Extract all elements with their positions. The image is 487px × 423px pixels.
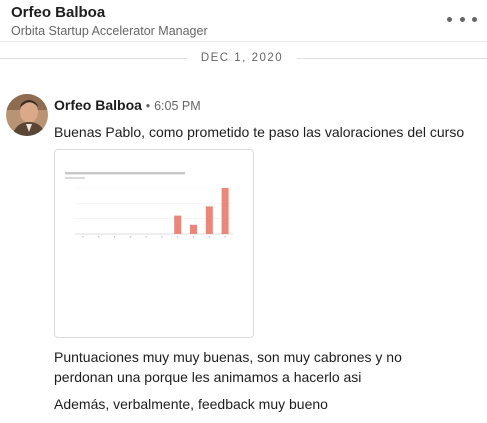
avatar-photo-icon bbox=[6, 94, 48, 136]
tick-mark bbox=[129, 236, 131, 238]
chart-bars bbox=[174, 188, 229, 234]
date-divider: DEC 1, 2020 bbox=[0, 47, 487, 71]
tick-mark bbox=[82, 236, 84, 238]
date-label: DEC 1, 2020 bbox=[200, 52, 284, 64]
dot bbox=[459, 16, 465, 22]
image-attachment[interactable] bbox=[54, 149, 254, 338]
chart-header-lines bbox=[65, 172, 185, 179]
chart-ticks bbox=[82, 236, 226, 238]
message-text: Además, verbalmente, feedback muy bueno bbox=[54, 396, 328, 412]
chart-bar bbox=[221, 188, 229, 234]
separator: • bbox=[145, 99, 151, 113]
tick-mark bbox=[145, 236, 147, 238]
tick-mark bbox=[113, 236, 116, 238]
message-text: Buenas Pablo, como prometido te paso las… bbox=[54, 124, 465, 140]
bar-chart-thumbnail bbox=[65, 172, 233, 238]
tick-mark bbox=[224, 236, 226, 238]
chart-bar bbox=[205, 206, 213, 234]
contact-name[interactable]: Orfeo Balboa bbox=[11, 4, 105, 21]
tick-mark bbox=[161, 236, 163, 238]
message-text: Puntuaciones muy muy buenas, son muy cab… bbox=[54, 349, 402, 385]
tick-mark bbox=[192, 236, 195, 238]
chart-bar bbox=[174, 215, 182, 234]
contact-headline: Orbita Startup Accelerator Manager bbox=[11, 24, 208, 38]
dot bbox=[472, 16, 477, 22]
tick-mark bbox=[98, 236, 100, 238]
avatar[interactable] bbox=[6, 94, 48, 136]
divider-line bbox=[0, 58, 187, 59]
dot bbox=[447, 16, 452, 22]
conversation-header: Orfeo Balboa Orbita Startup Accelerator … bbox=[0, 0, 487, 42]
divider-line bbox=[297, 58, 487, 59]
message-time: 6:05 PM bbox=[154, 99, 201, 113]
tick-mark bbox=[177, 236, 179, 238]
message-sender-line: Orfeo Balboa • 6:05 PM bbox=[54, 97, 201, 113]
sender-name[interactable]: Orfeo Balboa bbox=[54, 97, 142, 113]
more-options-icon[interactable] bbox=[447, 10, 477, 28]
chart-bar bbox=[190, 224, 197, 234]
tick-mark bbox=[208, 236, 210, 238]
